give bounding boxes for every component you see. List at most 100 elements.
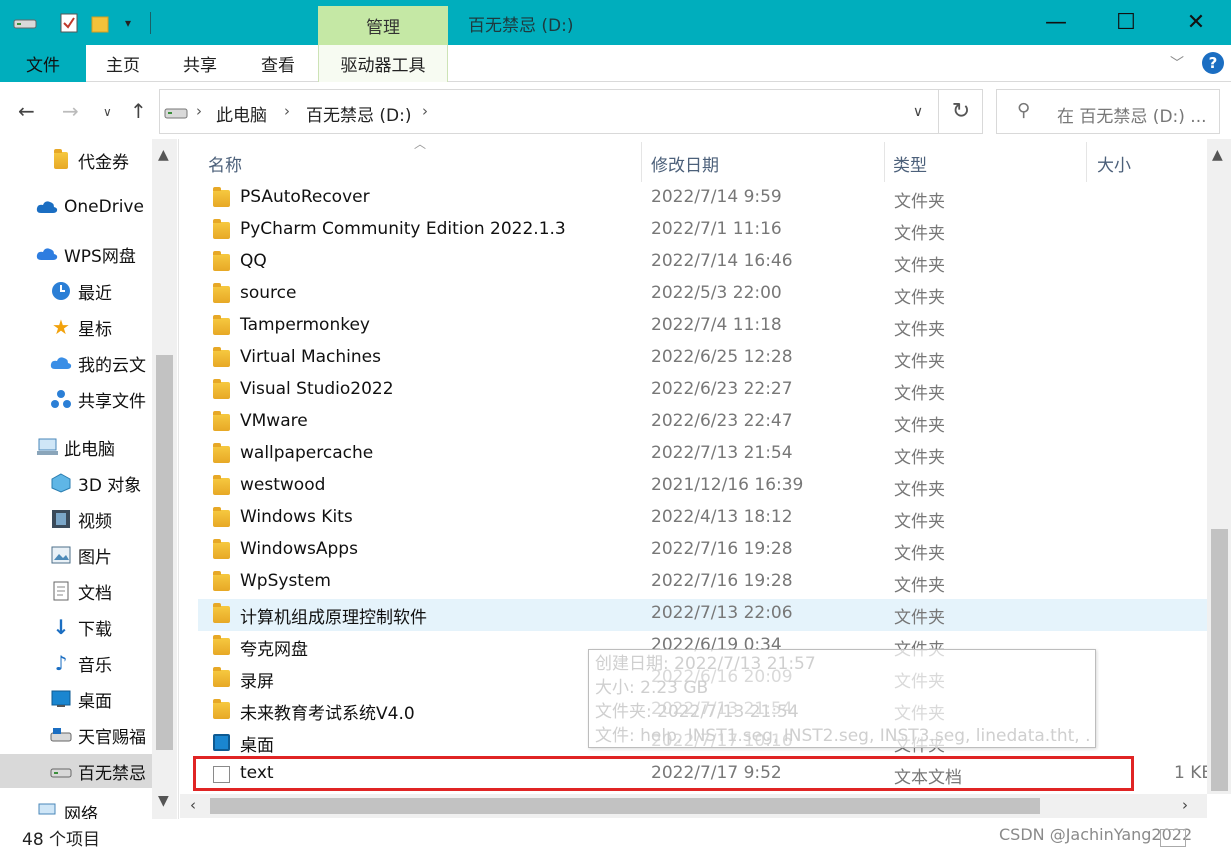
file-row[interactable]: Visual Studio2022 2022/6/23 22:27 文件夹 [198,375,1207,407]
file-name: Virtual Machines [240,347,381,367]
scroll-right-icon[interactable]: › [1182,796,1188,814]
file-name: WindowsApps [240,539,358,559]
scroll-up-icon[interactable]: ▲ [158,147,169,163]
column-divider[interactable] [884,142,885,182]
sidebar-item-recent[interactable]: 最近 [0,274,152,308]
search-input[interactable]: 在 百无禁忌 (D:) ... [1057,102,1207,127]
address-history-dropdown-icon[interactable]: ∨ [898,101,938,123]
file-row[interactable]: WindowsApps 2022/7/16 19:28 文件夹 [198,535,1207,567]
sidebar-item-music[interactable]: ♪ 音乐 [0,646,152,680]
file-name: 录屏 [240,672,274,692]
pane-divider[interactable] [178,139,179,819]
sidebar-scroll-thumb[interactable] [156,355,173,750]
tab-home[interactable]: 主页 [100,45,146,82]
breadcrumb-this-pc[interactable]: 此电脑 [216,101,267,126]
tab-drive-tools[interactable]: 驱动器工具 [318,45,448,82]
drive-icon[interactable] [12,12,38,34]
file-row[interactable]: PSAutoRecover 2022/7/14 9:59 文件夹 [198,183,1207,215]
file-modified-date: 2022/7/16 19:28 [651,539,793,559]
sidebar-item-this-pc[interactable]: 此电脑 [0,430,152,464]
sidebar-item-label: 最近 [78,283,112,304]
file-row[interactable]: source 2022/5/3 22:00 文件夹 [198,279,1207,311]
details-view-icon[interactable] [1160,829,1186,847]
file-row[interactable]: VMware 2022/6/23 22:47 文件夹 [198,407,1207,439]
column-modified[interactable]: 修改日期 [651,151,719,176]
file-row[interactable]: PyCharm Community Edition 2022.1.3 2022/7… [198,215,1207,247]
breadcrumb-chevron-icon[interactable]: › [284,102,290,120]
folder-icon [213,571,230,591]
sidebar-item-onedrive[interactable]: OneDrive [0,190,152,224]
file-modified-date: 2022/7/14 16:46 [651,251,793,271]
back-arrow-icon[interactable]: ← [18,99,35,123]
scroll-up-icon[interactable]: ▲ [1212,147,1223,163]
file-list-scroll-thumb[interactable] [1211,529,1228,791]
horizontal-scrollbar[interactable]: ‹ › [180,794,1207,818]
tab-manage[interactable]: 管理 [318,6,448,45]
column-name[interactable]: 名称 [208,151,242,176]
expand-ribbon-icon[interactable]: ﹀ [1170,53,1184,73]
sidebar-scrollbar[interactable]: ▲ ▼ [152,139,177,819]
ribbon-tabs: 文件 主页 共享 查看 驱动器工具 ﹀ ? [0,45,1231,82]
navigation-bar: ← → ∨ ↑ › 此电脑 › 百无禁忌 (D:) › ∨ ↻ ⚲ 在 百无禁忌… [0,83,1231,139]
column-type[interactable]: 类型 [893,151,927,176]
sidebar-item-desktop[interactable]: 桌面 [0,682,152,716]
help-icon[interactable]: ? [1202,52,1224,74]
sidebar-item-my-cloud[interactable]: 我的云文 [0,346,152,380]
new-folder-icon[interactable] [90,12,110,34]
column-divider[interactable] [641,142,642,182]
sidebar-item-drive-d[interactable]: 百无禁忌 [0,754,152,788]
sidebar-item-label: 3D 对象 [78,475,142,496]
file-row[interactable]: 计算机组成原理控制软件 2022/7/13 22:06 文件夹 [198,599,1207,631]
file-row[interactable]: Tampermonkey 2022/7/4 11:18 文件夹 [198,311,1207,343]
sidebar-item-drive-c[interactable]: 天官赐福 [0,718,152,752]
file-row[interactable]: Virtual Machines 2022/6/25 12:28 文件夹 [198,343,1207,375]
file-row[interactable]: westwood 2021/12/16 16:39 文件夹 [198,471,1207,503]
file-row[interactable]: wallpapercache 2022/7/13 21:54 文件夹 [198,439,1207,471]
sidebar-item-pictures[interactable]: 图片 [0,538,152,572]
file-row[interactable]: WpSystem 2022/7/16 19:28 文件夹 [198,567,1207,599]
forward-arrow-icon[interactable]: → [62,99,79,123]
sidebar-item-label: 我的云文 [78,355,146,376]
sidebar-item-videos[interactable]: 视频 [0,502,152,536]
properties-icon[interactable] [58,12,80,34]
horizontal-scroll-thumb[interactable] [210,798,1040,814]
file-list-scrollbar[interactable]: ▲ [1207,139,1231,794]
column-divider[interactable] [1086,142,1087,182]
scroll-left-icon[interactable]: ‹ [190,796,196,814]
tab-view[interactable]: 查看 [254,45,302,82]
scroll-down-icon[interactable]: ▼ [158,793,169,809]
sidebar-item-shared[interactable]: 共享文件 [0,382,152,416]
breadcrumb-drive-d[interactable]: 百无禁忌 (D:) [306,101,412,126]
customize-quick-access-icon[interactable]: ▾ [118,12,138,34]
sidebar-item-voucher[interactable]: 代金券 [0,143,152,177]
search-box[interactable]: ⚲ 在 百无禁忌 (D:) ... [996,89,1220,134]
close-button[interactable]: ✕ [1161,0,1231,45]
file-row[interactable]: QQ 2022/7/14 16:46 文件夹 [198,247,1207,279]
sidebar-item-documents[interactable]: 文档 [0,574,152,608]
minimize-button[interactable]: — [1021,0,1091,45]
sidebar-item-starred[interactable]: ★ 星标 [0,310,152,344]
sidebar-item-wps[interactable]: WPS网盘 [0,237,152,271]
sidebar-item-network[interactable]: 网络 [0,802,152,819]
file-type: 文件夹 [894,416,945,436]
column-size[interactable]: 大小 [1097,151,1131,176]
recent-locations-icon[interactable]: ∨ [103,105,112,119]
maximize-button[interactable]: ☐ [1091,0,1161,45]
file-row[interactable]: Windows Kits 2022/4/13 18:12 文件夹 [198,503,1207,535]
folder-icon [213,219,230,239]
sidebar-item-label: WPS网盘 [64,246,136,267]
breadcrumb-chevron-icon[interactable]: › [422,102,428,120]
folder-icon [213,283,230,303]
up-arrow-icon[interactable]: ↑ [130,99,147,123]
sidebar-item-3d-objects[interactable]: 3D 对象 [0,466,152,500]
tab-file[interactable]: 文件 [0,45,86,82]
status-bar: 48 个项目 CSDN @JachinYang2022 [0,819,1231,853]
breadcrumb-chevron-icon[interactable]: › [196,102,202,120]
tab-share[interactable]: 共享 [176,45,224,82]
sidebar-item-label: 天官赐福 [78,727,146,748]
star-icon: ★ [52,315,70,339]
sidebar-item-downloads[interactable]: ↓ 下载 [0,610,152,644]
address-bar[interactable]: › 此电脑 › 百无禁忌 (D:) › ∨ ↻ [159,89,983,134]
file-name: Tampermonkey [240,315,370,335]
refresh-icon[interactable]: ↻ [938,90,983,133]
